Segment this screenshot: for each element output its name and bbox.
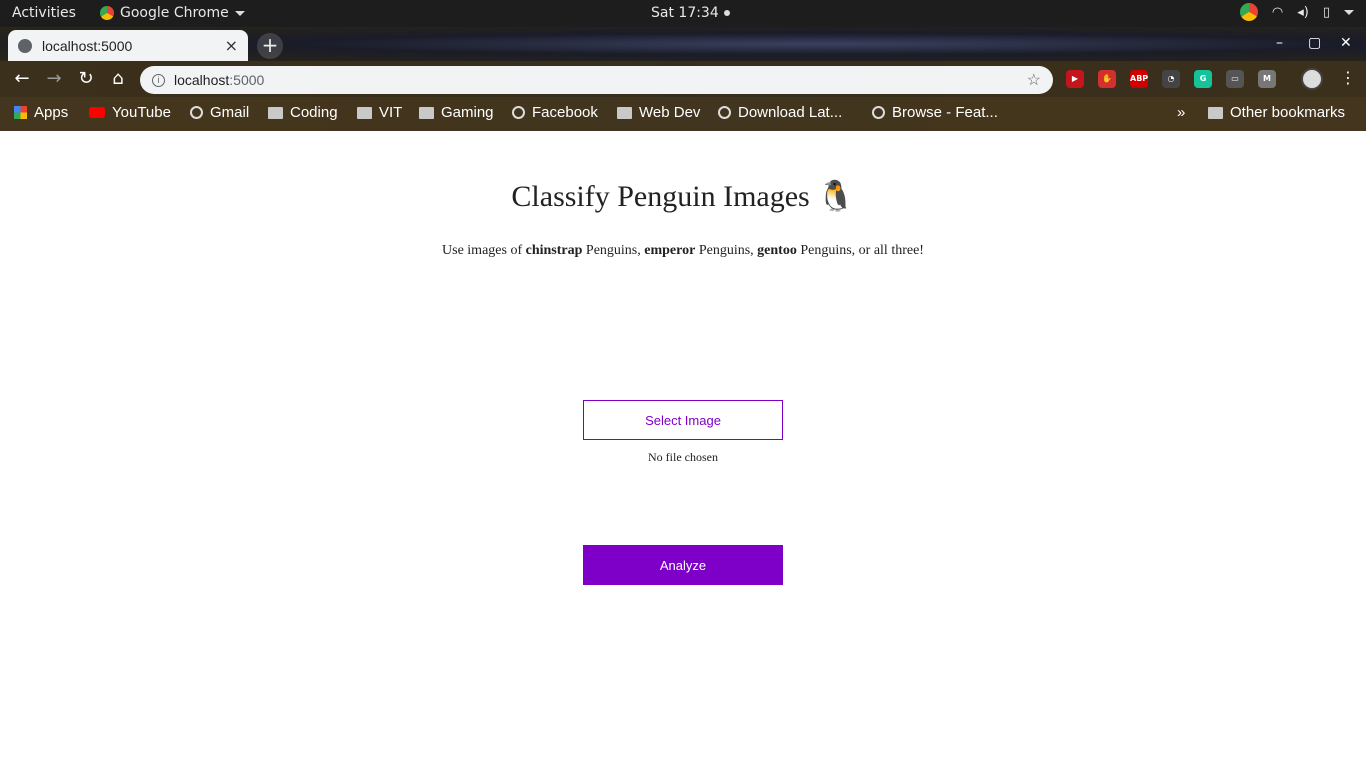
page-title: Classify Penguin Images 🐧 xyxy=(0,179,1366,214)
maximize-icon[interactable]: ▢ xyxy=(1308,35,1321,51)
bookmark-item[interactable]: Browse - Feat... xyxy=(872,104,998,121)
back-icon[interactable]: ← xyxy=(11,68,33,89)
clock[interactable]: Sat 17:34 xyxy=(651,5,730,21)
url-host: localhost xyxy=(174,72,230,88)
bookmark-item[interactable]: Web Dev xyxy=(617,104,700,121)
file-status: No file chosen xyxy=(648,450,718,464)
volume-icon: ◂) xyxy=(1297,4,1309,20)
intro-text: Use images of chinstrap Penguins, empero… xyxy=(0,243,1366,259)
globe-icon xyxy=(512,106,525,119)
other-bookmarks-label: Other bookmarks xyxy=(1230,104,1346,121)
bookmarks-overflow-icon[interactable]: » xyxy=(1177,104,1185,121)
page-content: Classify Penguin Images 🐧 Use images of … xyxy=(0,131,1366,768)
globe-icon xyxy=(718,106,731,119)
system-tray[interactable]: ◠ ◂) ▯ xyxy=(1239,3,1354,21)
bookmark-label: Coding xyxy=(290,104,338,121)
profile-avatar[interactable] xyxy=(1301,68,1323,90)
apps-grid-icon xyxy=(14,106,27,119)
forward-icon[interactable]: → xyxy=(43,68,65,89)
intro-part: Penguins, or all three! xyxy=(796,243,924,258)
battery-icon: ▯ xyxy=(1322,4,1330,20)
tab-title: localhost:5000 xyxy=(42,37,133,54)
folder-icon xyxy=(268,106,283,119)
chevron-down-icon xyxy=(234,10,245,16)
intro-emperor: emperor xyxy=(644,243,696,258)
penguin-icon: 🐧 xyxy=(817,180,855,213)
info-icon[interactable]: i xyxy=(152,73,165,87)
new-tab-button[interactable]: + xyxy=(257,33,283,59)
chevron-down-icon xyxy=(1344,9,1354,15)
bookmark-item[interactable]: VIT xyxy=(357,104,402,121)
bookmark-label: Download Lat... xyxy=(738,104,843,121)
page-title-text: Classify Penguin Images xyxy=(511,180,810,213)
home-icon[interactable]: ⌂ xyxy=(107,68,129,89)
bookmark-label: Apps xyxy=(34,104,69,121)
app-menu[interactable]: Google Chrome xyxy=(100,5,245,21)
bookmark-item[interactable]: YouTube xyxy=(89,104,171,121)
minimize-icon[interactable]: – xyxy=(1276,35,1283,51)
globe-icon xyxy=(190,106,203,119)
extension-2-icon[interactable]: ✋ xyxy=(1098,70,1116,88)
address-bar[interactable]: i localhost :5000 ☆ xyxy=(140,66,1053,94)
reload-icon[interactable]: ↻ xyxy=(75,68,97,89)
browser-frame: localhost:5000 × + – ▢ ✕ ← → ↻ ⌂ i local… xyxy=(0,27,1366,131)
grammarly-icon[interactable]: G xyxy=(1194,70,1212,88)
chrome-tray-icon xyxy=(1239,3,1258,21)
chrome-logo-icon xyxy=(100,6,114,20)
bookmark-label: VIT xyxy=(379,104,403,121)
youtube-icon xyxy=(89,107,105,118)
intro-part: Penguins, xyxy=(582,243,645,258)
wifi-icon: ◠ xyxy=(1271,4,1284,20)
bookmark-star-icon[interactable]: ☆ xyxy=(1027,70,1041,90)
bookmark-item[interactable]: Gaming xyxy=(419,104,494,121)
cast-icon[interactable]: ▭ xyxy=(1226,70,1244,88)
close-tab-icon[interactable]: × xyxy=(225,36,238,55)
os-top-bar: Activities Google Chrome Sat 17:34 ◠ ◂) … xyxy=(0,0,1366,27)
folder-icon xyxy=(1208,106,1223,119)
intro-part: Penguins, xyxy=(695,243,758,258)
bookmark-label: YouTube xyxy=(112,104,171,121)
intro-chinstrap: chinstrap xyxy=(525,243,583,258)
extension-1-icon[interactable]: ▶ xyxy=(1066,70,1084,88)
bookmark-item[interactable]: Gmail xyxy=(190,104,249,121)
clock-text: Sat 17:34 xyxy=(651,5,719,21)
bookmark-item[interactable]: Facebook xyxy=(512,104,598,121)
speed-dial-icon[interactable]: ◔ xyxy=(1162,70,1180,88)
bookmark-item[interactable]: Apps xyxy=(14,104,68,121)
close-window-icon[interactable]: ✕ xyxy=(1340,35,1352,51)
globe-icon xyxy=(872,106,885,119)
intro-gentoo: gentoo xyxy=(757,243,797,258)
app-name: Google Chrome xyxy=(120,5,229,21)
select-image-button[interactable]: Select Image xyxy=(583,400,783,440)
bookmark-label: Gmail xyxy=(210,104,250,121)
tab-localhost[interactable]: localhost:5000 × xyxy=(8,30,248,61)
activities-button[interactable]: Activities xyxy=(12,5,76,21)
bookmark-item[interactable]: Coding xyxy=(268,104,338,121)
other-bookmarks[interactable]: Other bookmarks xyxy=(1208,104,1345,121)
bookmarks-bar: Apps YouTube Gmail Coding VIT Gaming Facebook W… xyxy=(0,97,1366,131)
intro-part: Use images of xyxy=(442,243,526,258)
bookmark-label: Gaming xyxy=(441,104,494,121)
bookmark-label: Facebook xyxy=(532,104,598,121)
folder-icon xyxy=(419,106,434,119)
bookmark-label: Browse - Feat... xyxy=(892,104,998,121)
extension-m-icon[interactable]: M xyxy=(1258,70,1276,88)
adblock-plus-icon[interactable]: ABP xyxy=(1130,70,1148,88)
folder-icon xyxy=(357,106,372,119)
analyze-button[interactable]: Analyze xyxy=(583,545,783,585)
tab-strip: localhost:5000 × + – ▢ ✕ xyxy=(0,27,1366,61)
notification-dot-icon xyxy=(723,10,730,16)
url-port: :5000 xyxy=(229,72,265,88)
globe-icon xyxy=(18,38,32,53)
menu-kebab-icon[interactable]: ⋮ xyxy=(1340,68,1356,87)
browser-toolbar: ← → ↻ ⌂ i localhost :5000 ☆ ▶ ✋ ABP ◔ G ▭ M ⋮ xyxy=(0,61,1366,97)
folder-icon xyxy=(617,106,632,119)
bookmark-label: Web Dev xyxy=(639,104,701,121)
bookmark-item[interactable]: Download Lat... xyxy=(718,104,842,121)
